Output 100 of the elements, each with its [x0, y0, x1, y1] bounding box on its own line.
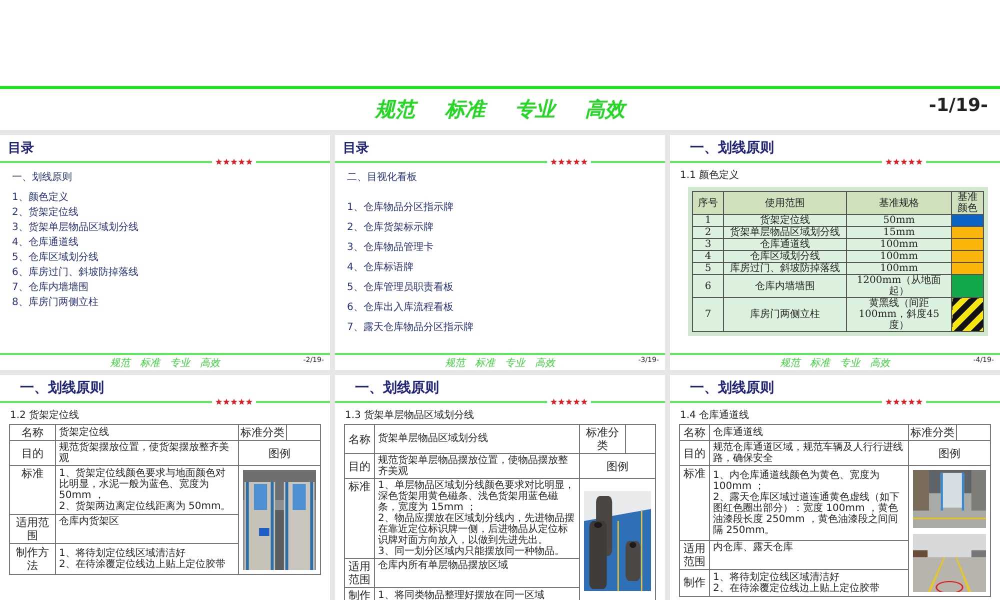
row-label: 名称	[10, 424, 56, 440]
table-cell: 仓库区域划分线	[724, 250, 846, 262]
row-label: 适用范围	[680, 540, 710, 570]
standard-text: 3、同一划分区域内只能摆放同一种物品。	[378, 546, 566, 557]
toc-item: 4、仓库标语牌	[347, 260, 414, 275]
table-cell: 仓库通道线	[724, 238, 846, 250]
row-label: 名称	[344, 424, 374, 454]
table-cell: 货架单层物品区域划分线	[374, 424, 580, 454]
table-cell: 15mm	[846, 226, 952, 238]
slogan-word: 专业	[840, 356, 860, 370]
standard-text: 1、货架定位线颜色要求与地面颜色对比明显，水泥一般为蓝色、宽度为 50mm ，	[59, 468, 226, 502]
stars-icon	[885, 158, 923, 166]
slogan-word: 规范	[445, 356, 465, 370]
method-text: 1、将待划定位线区域清洁好	[713, 572, 840, 583]
toc-item: 3、货架单层物品区域划分线	[12, 220, 140, 235]
row-label: 目的	[10, 440, 56, 466]
row-label: 标准分类	[908, 424, 956, 440]
table-cell: 仓库内所有单层物品摆放区域	[374, 558, 580, 588]
toc-item: 2、货架定位线	[12, 206, 80, 220]
column-header: 图例	[908, 440, 990, 466]
slogan-word: 专业	[170, 356, 190, 370]
table-cell: 6	[692, 274, 724, 298]
table-cell: 1	[692, 214, 724, 226]
row-label: 目的	[344, 454, 374, 478]
slogan-word: 规范	[780, 356, 800, 370]
row-label: 目的	[680, 440, 710, 466]
method-text: 1、将待划定位线区域清洁好	[59, 548, 186, 560]
row-label: 制作	[680, 569, 710, 596]
toc-item: 6、库房过门、斜坡防掉落线	[12, 266, 140, 280]
toc-item: 5、仓库区域划分线	[12, 250, 100, 265]
standard-text: 2、货架两边离定位线距离为 50mm。	[59, 501, 232, 512]
section-subtitle: 1.3 货架单层物品区域划分线	[344, 408, 476, 422]
column-header: 图例	[238, 440, 320, 466]
standard-text: 2、露天仓库区域过道连通黄色虚线（如下图红色圈出部分）：宽度 100mm ，黄色油漆段长度 250mm ，黄色油漆段之间间隔 250mm。	[713, 492, 900, 536]
standard-text: 1、内仓库通道线颜色为黄色、宽度为 100mm ；	[713, 470, 880, 492]
row-label: 标准	[344, 478, 374, 558]
slide-title: 一、划线原则	[689, 139, 775, 158]
row-label: 制作方法	[10, 544, 56, 574]
toc-item: 1、仓库物品分区指示牌	[347, 200, 454, 215]
toc-item: 1、颜色定义	[12, 190, 70, 205]
method-text: 1、将同类物品整理好摆放在同一区域	[378, 590, 546, 600]
row-label: 适用范围	[344, 558, 374, 588]
method-text: 2、在待涂覆定位线边上贴上定位胶带	[713, 582, 880, 594]
slogan-word: 高效	[870, 356, 890, 370]
slogan-word: 高效	[200, 356, 220, 370]
table-cell: 2	[692, 226, 724, 238]
column-header: 序号	[692, 192, 724, 214]
table-cell: 内仓库、露天仓库	[710, 540, 908, 570]
table-cell: 50mm	[846, 214, 952, 226]
slide-title: 一、划线原则	[354, 379, 440, 398]
column-header: 使用范围	[724, 192, 846, 214]
table-cell: 规范货架单层物品摆放位置，使物品摆放整齐美观	[374, 454, 580, 478]
stars-icon	[550, 158, 588, 166]
table-cell: 仓库通道线	[710, 424, 908, 440]
section-subtitle: 1.1 颜色定义	[679, 168, 740, 182]
toc-item: 5、仓库管理员职责看板	[347, 280, 454, 295]
row-label: 标准分类	[238, 424, 286, 440]
column-header: 基准规格	[846, 192, 952, 214]
table-cell: 货架定位线	[724, 214, 846, 226]
table-cell: 规范仓库通道区域，规范车辆及人行行进线路，确保安全	[710, 440, 908, 466]
table-cell: 4	[692, 250, 724, 262]
slogan-word: 规范	[110, 356, 130, 370]
slogan-word: 专业	[505, 356, 525, 370]
slide-title: 目录	[7, 140, 35, 158]
table-cell: 库房过门、斜坡防掉落线	[724, 262, 846, 274]
table-cell: 仓库内货架区	[56, 514, 238, 544]
table-cell: 3	[692, 238, 724, 250]
section-subtitle: 1.4 仓库通道线	[679, 408, 750, 422]
table-cell: 货架定位线	[56, 424, 238, 440]
slide-title: 一、划线原则	[19, 379, 105, 398]
stars-icon	[215, 158, 253, 166]
slogan-word: 高效	[585, 96, 625, 122]
column-header: 图例	[580, 454, 656, 478]
section-subtitle: 1.2 货架定位线	[9, 408, 80, 422]
table-cell: 5	[692, 262, 724, 274]
stars-icon	[215, 398, 253, 406]
toc-item: 3、仓库物品管理卡	[347, 240, 434, 255]
row-label: 标准	[680, 466, 710, 540]
table-cell: 100mm	[846, 238, 952, 250]
table-cell: 100mm	[846, 262, 952, 274]
table-cell: 仓库内墙墙围	[724, 274, 846, 298]
toc-item: 7、仓库内墙墙围	[12, 280, 90, 295]
method-text: 2、在待涂覆定位线边上贴上定位胶带	[59, 559, 226, 570]
table-cell: 7	[692, 298, 724, 332]
row-label: 适用范围	[10, 514, 56, 544]
toc-item: 2、仓库货架标示牌	[347, 220, 434, 235]
row-label: 标准分类	[580, 424, 626, 454]
toc-item: 8、库房门两侧立柱	[12, 296, 100, 310]
section-heading: 二、目视化看板	[347, 170, 418, 184]
row-label: 名称	[680, 424, 710, 440]
section-heading: 一、划线原则	[12, 170, 73, 184]
slide-title: 目录	[342, 140, 370, 158]
slogan-word: 高效	[535, 356, 555, 370]
toc-item: 4、仓库通道线	[12, 236, 80, 250]
row-label: 标准	[10, 466, 56, 515]
table-cell: 规范货架摆放位置，使货架摆放整齐美观	[56, 440, 238, 466]
page-number: -1/19-	[928, 95, 988, 116]
slogan-word: 标准	[475, 356, 495, 370]
slogan-word: 专业	[515, 96, 555, 122]
table-cell: 1200mm（从地面起）	[846, 274, 952, 298]
